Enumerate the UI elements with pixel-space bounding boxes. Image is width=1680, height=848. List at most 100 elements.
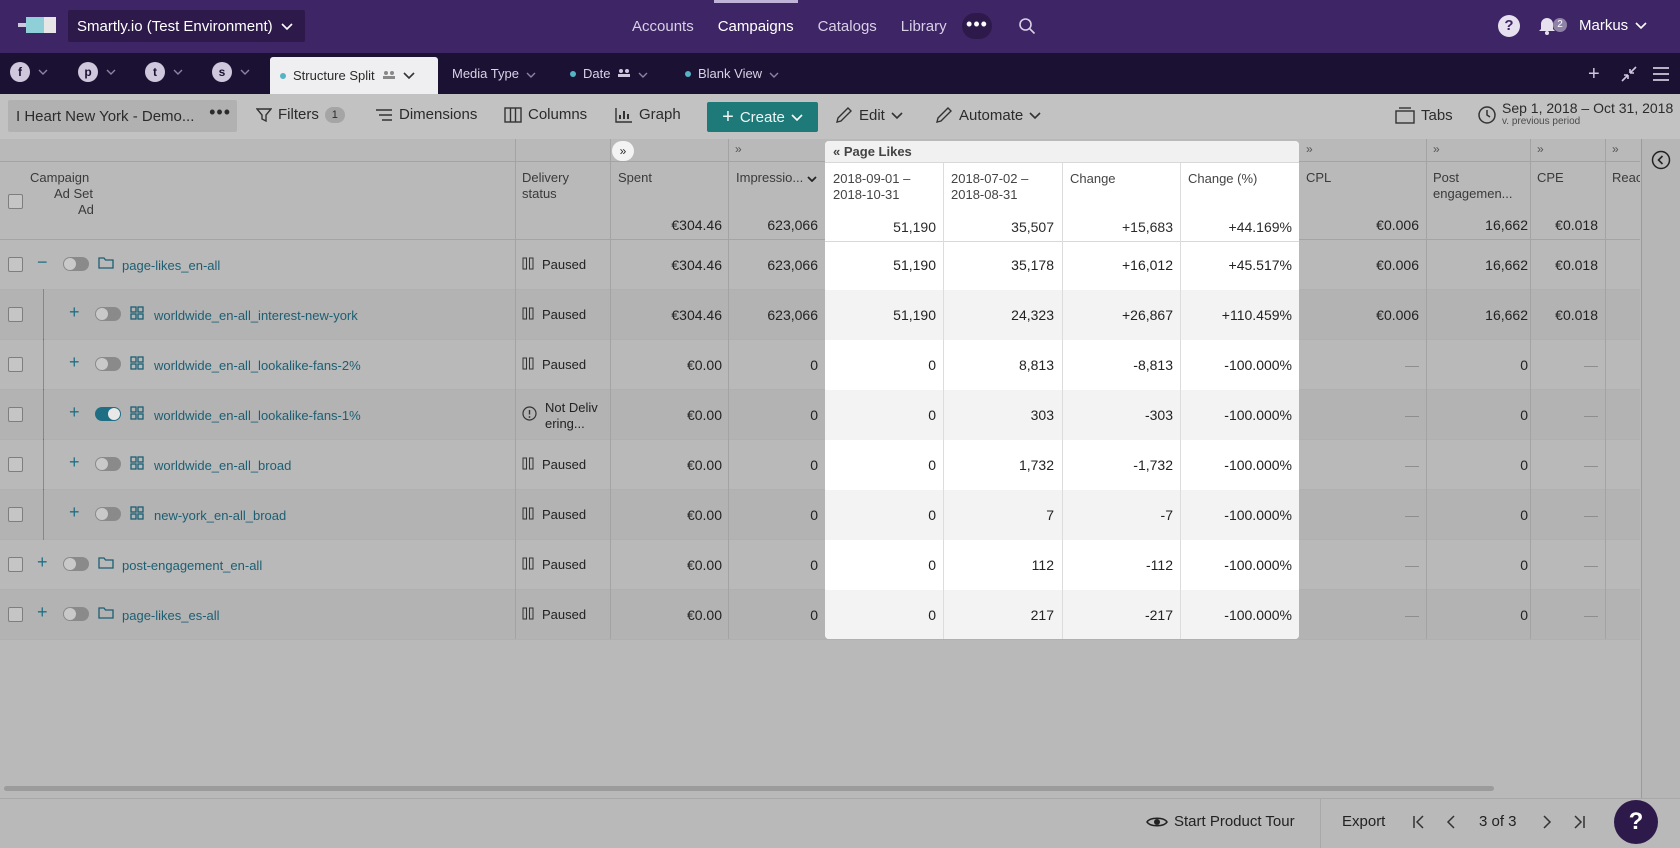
- table-row[interactable]: + worldwide_en-all_interest-new-york Pause…: [0, 289, 1640, 340]
- nav-accounts[interactable]: Accounts: [620, 0, 706, 53]
- add-tab-icon[interactable]: +: [1588, 63, 1600, 86]
- row-checkbox[interactable]: [8, 357, 23, 372]
- next-page-icon[interactable]: [1540, 815, 1554, 829]
- row-name-link[interactable]: worldwide_en-all_interest-new-york: [154, 308, 358, 323]
- tab-date[interactable]: Date: [560, 53, 648, 94]
- user-menu[interactable]: Markus: [1579, 17, 1647, 34]
- previous-page-icon[interactable]: [1444, 815, 1458, 829]
- help-chat-button[interactable]: ?: [1614, 800, 1658, 844]
- table-row[interactable]: + post-engagement_en-all Paused €0.00 0 — 0 —: [0, 540, 1640, 590]
- spent-header[interactable]: Spent: [618, 170, 652, 186]
- status-toggle[interactable]: [95, 357, 121, 371]
- nav-campaigns[interactable]: Campaigns: [706, 0, 806, 53]
- expand-icon[interactable]: +: [69, 452, 80, 473]
- smartly-logo-icon[interactable]: [18, 14, 58, 38]
- tab-media-type[interactable]: Media Type: [442, 53, 536, 94]
- create-button[interactable]: + Create: [707, 102, 818, 132]
- row-name-link[interactable]: new-york_en-all_broad: [154, 508, 286, 523]
- filters-button[interactable]: Filters 1: [256, 106, 345, 123]
- date-range-selector[interactable]: Sep 1, 2018 – Oct 31, 2018 v. previous p…: [1502, 101, 1673, 129]
- expand-columns-icon[interactable]: »: [1612, 142, 1619, 156]
- expand-columns-icon[interactable]: »: [1537, 142, 1544, 156]
- status-toggle[interactable]: [95, 507, 121, 521]
- cpl-header[interactable]: CPL: [1306, 170, 1331, 186]
- row-name-link[interactable]: page-likes_es-all: [122, 608, 220, 623]
- collapse-icon[interactable]: −: [37, 252, 48, 273]
- expand-columns-icon[interactable]: »: [612, 141, 634, 161]
- start-product-tour-button[interactable]: Start Product Tour: [1146, 813, 1295, 830]
- expand-icon[interactable]: +: [69, 302, 80, 323]
- cpe-header[interactable]: CPE: [1537, 170, 1564, 186]
- row-checkbox[interactable]: [8, 307, 23, 322]
- post-engagement-header[interactable]: Post engagemen...: [1433, 170, 1513, 202]
- nav-catalogs[interactable]: Catalogs: [806, 0, 889, 53]
- hamburger-menu-icon[interactable]: [1652, 65, 1670, 88]
- row-name-link[interactable]: worldwide_en-all_broad: [154, 458, 291, 473]
- tab-structure-split[interactable]: Structure Split: [270, 57, 438, 94]
- more-options-icon[interactable]: •••: [209, 102, 231, 123]
- change-header[interactable]: Change: [1070, 171, 1116, 186]
- expand-icon[interactable]: +: [37, 552, 48, 573]
- row-name-link[interactable]: worldwide_en-all_lookalike-fans-1%: [154, 408, 361, 423]
- environment-selector[interactable]: Smartly.io (Test Environment): [68, 10, 305, 42]
- row-checkbox[interactable]: [8, 457, 23, 472]
- status-toggle[interactable]: [63, 257, 89, 271]
- row-name-link[interactable]: page-likes_en-all: [122, 258, 220, 273]
- reach-header[interactable]: Reac: [1612, 170, 1640, 186]
- collapse-icon[interactable]: [1620, 65, 1638, 89]
- row-checkbox[interactable]: [8, 607, 23, 622]
- row-name-link[interactable]: worldwide_en-all_lookalike-fans-2%: [154, 358, 361, 373]
- expand-icon[interactable]: +: [69, 352, 80, 373]
- graph-button[interactable]: Graph: [615, 106, 681, 123]
- account-selector[interactable]: I Heart New York - Demo... •••: [8, 100, 237, 132]
- row-checkbox[interactable]: [8, 407, 23, 422]
- edit-button[interactable]: Edit: [835, 106, 903, 124]
- facebook-filter[interactable]: f: [10, 62, 48, 82]
- row-checkbox[interactable]: [8, 257, 23, 272]
- table-row[interactable]: + worldwide_en-all_lookalike-fans-2% Pause…: [0, 339, 1640, 390]
- search-icon[interactable]: [1018, 17, 1036, 38]
- help-icon[interactable]: ?: [1498, 15, 1520, 37]
- expand-columns-icon[interactable]: »: [735, 142, 742, 156]
- page-likes-group-header[interactable]: « Page Likes: [825, 141, 1299, 163]
- last-page-icon[interactable]: [1572, 815, 1586, 829]
- status-toggle[interactable]: [95, 457, 121, 471]
- table-row[interactable]: + worldwide_en-all_lookalike-fans-1% Not D…: [0, 389, 1640, 440]
- dimensions-button[interactable]: Dimensions: [375, 106, 477, 123]
- more-nav-button[interactable]: •••: [962, 13, 992, 39]
- tabs-button[interactable]: Tabs: [1395, 106, 1453, 124]
- previous-period-header[interactable]: 2018-07-02 – 2018-08-31: [951, 171, 1051, 203]
- table-row[interactable]: − page-likes_en-all Paused €304.46 623,066 €0…: [0, 240, 1640, 290]
- automate-button[interactable]: Automate: [935, 106, 1041, 124]
- pinterest-filter[interactable]: p: [78, 62, 116, 82]
- expand-icon[interactable]: +: [37, 602, 48, 623]
- impressions-header[interactable]: Impressio...: [736, 170, 817, 186]
- current-period-header[interactable]: 2018-09-01 – 2018-10-31: [833, 171, 933, 203]
- row-checkbox[interactable]: [8, 557, 23, 572]
- expand-columns-icon[interactable]: »: [1433, 142, 1440, 156]
- status-toggle[interactable]: [95, 307, 121, 321]
- open-side-panel-icon[interactable]: [1651, 150, 1671, 173]
- status-toggle[interactable]: [63, 607, 89, 621]
- tab-blank-view[interactable]: Blank View: [675, 53, 779, 94]
- twitter-filter[interactable]: t: [145, 62, 183, 82]
- select-all-checkbox[interactable]: [8, 194, 23, 209]
- table-row[interactable]: + page-likes_es-all Paused €0.00 0 — 0 —: [0, 590, 1640, 640]
- horizontal-scrollbar[interactable]: [4, 786, 1494, 791]
- row-name-link[interactable]: post-engagement_en-all: [122, 558, 262, 573]
- expand-columns-icon[interactable]: »: [1306, 142, 1313, 156]
- table-row[interactable]: + new-york_en-all_broad Paused €0.00 0 — 0 —: [0, 489, 1640, 540]
- delivery-status-header[interactable]: Delivery status: [522, 170, 602, 202]
- collapse-columns-icon[interactable]: «: [833, 144, 840, 159]
- expand-icon[interactable]: +: [69, 502, 80, 523]
- columns-button[interactable]: Columns: [504, 106, 587, 123]
- export-button[interactable]: Export: [1342, 813, 1385, 830]
- expand-icon[interactable]: +: [69, 402, 80, 423]
- first-page-icon[interactable]: [1412, 815, 1426, 829]
- status-toggle[interactable]: [63, 557, 89, 571]
- snapchat-filter[interactable]: s: [212, 62, 250, 82]
- nav-library[interactable]: Library: [889, 0, 959, 53]
- table-row[interactable]: + worldwide_en-all_broad Paused €0.00 0 — 0 —: [0, 439, 1640, 490]
- change-pct-header[interactable]: Change (%): [1188, 171, 1257, 186]
- row-checkbox[interactable]: [8, 507, 23, 522]
